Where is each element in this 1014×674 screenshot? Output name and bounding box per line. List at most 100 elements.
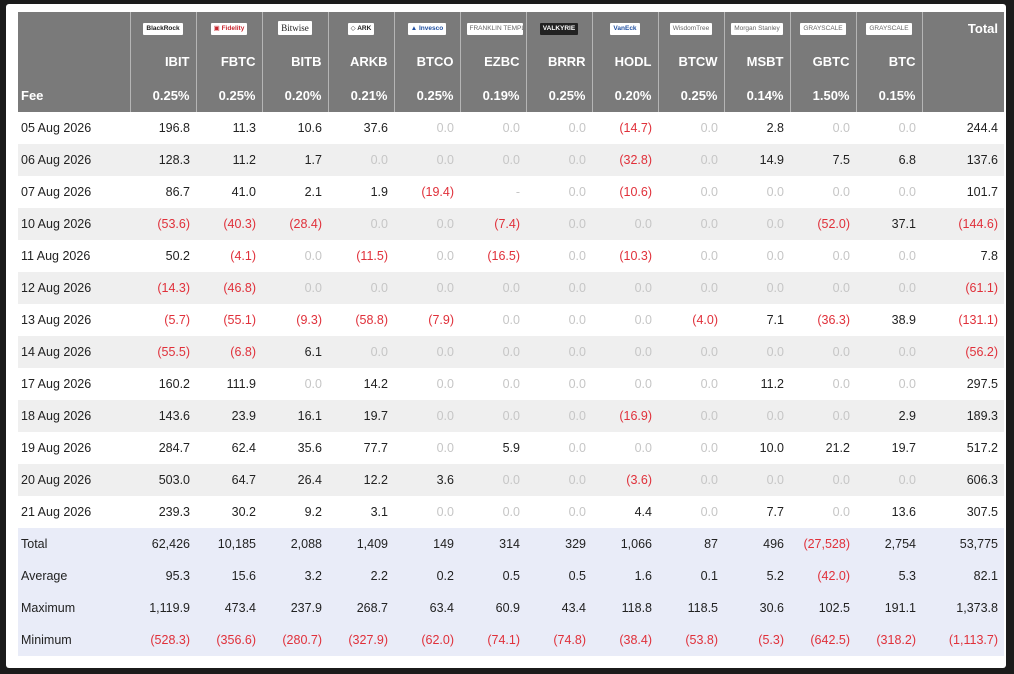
flow-cell: 0.0	[724, 240, 790, 272]
date-cell: 18 Aug 2026	[18, 400, 130, 432]
issuer-logo: GRAYSCALE	[866, 22, 912, 35]
flow-cell: 0.0	[658, 336, 724, 368]
flow-cell: 0.0	[526, 208, 592, 240]
summary-cell: (38.4)	[592, 624, 658, 656]
row-total-cell: (144.6)	[922, 208, 1004, 240]
issuer-logo-row: BlackRock ▣ Fidelity Bitwise ◇ ARK ▲ Invesco…	[18, 12, 1004, 44]
flow-cell: 11.2	[196, 144, 262, 176]
flow-cell: 0.0	[658, 240, 724, 272]
summary-row: Maximum 1,119.9 473.4 237.9 268.7 63.4 60.9 43.…	[18, 592, 1004, 624]
summary-cell: 1,119.9	[130, 592, 196, 624]
flow-cell: 239.3	[130, 496, 196, 528]
flow-cell: 0.0	[394, 400, 460, 432]
flow-cell: 0.0	[658, 464, 724, 496]
flow-cell: 0.0	[460, 496, 526, 528]
summary-cell: (327.9)	[328, 624, 394, 656]
summary-cell: (42.0)	[790, 560, 856, 592]
flow-cell: 0.0	[856, 272, 922, 304]
flow-cell: 21.2	[790, 432, 856, 464]
flow-cell: 0.0	[460, 336, 526, 368]
flow-cell: 0.0	[790, 368, 856, 400]
fee-value: 0.20%	[262, 78, 329, 112]
row-total-cell: 244.4	[922, 112, 1004, 144]
summary-cell: 62,426	[130, 528, 196, 560]
corner-cell	[922, 78, 1004, 112]
flow-cell: 0.0	[592, 272, 658, 304]
flow-cell: 0.0	[394, 496, 460, 528]
flow-cell: (32.8)	[592, 144, 658, 176]
flow-cell: 0.0	[658, 112, 724, 144]
flow-cell: 0.0	[328, 272, 394, 304]
issuer-logo: VanEck	[610, 22, 640, 35]
issuer-logo-cell: Bitwise	[262, 12, 329, 44]
flow-cell: 0.0	[394, 208, 460, 240]
summary-cell: 118.5	[658, 592, 724, 624]
flow-cell: 14.2	[328, 368, 394, 400]
flow-cell: (7.9)	[394, 304, 460, 336]
flow-cell: 0.0	[790, 112, 856, 144]
flow-cell: 0.0	[856, 112, 922, 144]
flow-cell: 0.0	[262, 272, 328, 304]
fee-value: 0.19%	[460, 78, 527, 112]
summary-cell: (356.6)	[196, 624, 262, 656]
flow-cell: 0.0	[724, 272, 790, 304]
flow-cell: 10.0	[724, 432, 790, 464]
flow-cell: 23.9	[196, 400, 262, 432]
summary-cell: (5.3)	[724, 624, 790, 656]
flow-cell: (36.3)	[790, 304, 856, 336]
flow-cell: 0.0	[724, 208, 790, 240]
ticker-header: BTCW	[658, 44, 725, 78]
flow-cell: 0.0	[328, 144, 394, 176]
flow-cell: 6.1	[262, 336, 328, 368]
summary-label: Minimum	[18, 624, 130, 656]
flow-cell: 0.0	[790, 176, 856, 208]
flow-cell: 0.0	[790, 464, 856, 496]
flow-cell: 0.0	[460, 368, 526, 400]
etf-flows-table: BlackRock ▣ Fidelity Bitwise ◇ ARK ▲ Invesco…	[18, 12, 1004, 656]
summary-cell: 1.6	[592, 560, 658, 592]
summary-cell: 2.2	[328, 560, 394, 592]
fee-value: 0.25%	[394, 78, 461, 112]
flow-cell: (3.6)	[592, 464, 658, 496]
flow-cell: 160.2	[130, 368, 196, 400]
date-cell: 07 Aug 2026	[18, 176, 130, 208]
date-cell: 20 Aug 2026	[18, 464, 130, 496]
flow-cell: 0.0	[724, 336, 790, 368]
flow-cell: 0.0	[394, 368, 460, 400]
issuer-logo-cell: ▲ Invesco	[394, 12, 461, 44]
ticker-header: BITB	[262, 44, 329, 78]
flow-cell: (14.7)	[592, 112, 658, 144]
issuer-logo: Morgan Stanley	[731, 22, 783, 35]
summary-cell: 60.9	[460, 592, 526, 624]
flow-cell: 9.2	[262, 496, 328, 528]
summary-cell: 149	[394, 528, 460, 560]
fee-value: 0.25%	[130, 78, 197, 112]
summary-cell: 1,066	[592, 528, 658, 560]
flow-cell: 0.0	[790, 496, 856, 528]
summary-cell: 43.4	[526, 592, 592, 624]
issuer-logo-cell: ◇ ARK	[328, 12, 395, 44]
issuer-logo-cell: GRAYSCALE	[856, 12, 923, 44]
total-column-header: Total	[922, 12, 1004, 44]
corner-cell	[18, 12, 131, 44]
issuer-logo: Bitwise	[278, 21, 312, 36]
date-cell: 19 Aug 2026	[18, 432, 130, 464]
date-cell: 06 Aug 2026	[18, 144, 130, 176]
flow-cell: (40.3)	[196, 208, 262, 240]
summary-cell: (62.0)	[394, 624, 460, 656]
flow-cell: 0.0	[262, 240, 328, 272]
flow-cell: (5.7)	[130, 304, 196, 336]
summary-cell: 5.3	[856, 560, 922, 592]
summary-row: Average 95.3 15.6 3.2 2.2 0.2 0.5 0.5 1.6 0.1 5.2(…	[18, 560, 1004, 592]
ticker-header: BRRR	[526, 44, 593, 78]
flow-cell: 0.0	[526, 432, 592, 464]
issuer-logo: BlackRock	[143, 22, 183, 35]
row-total-cell: 606.3	[922, 464, 1004, 496]
table-row: 13 Aug 2026 (5.7) (55.1) (9.3) (58.8) (7.9) 0.…	[18, 304, 1004, 336]
summary-cell: (74.1)	[460, 624, 526, 656]
summary-cell: (642.5)	[790, 624, 856, 656]
flow-cell: (16.9)	[592, 400, 658, 432]
flow-cell: (14.3)	[130, 272, 196, 304]
date-cell: 05 Aug 2026	[18, 112, 130, 144]
ticker-header: HODL	[592, 44, 659, 78]
